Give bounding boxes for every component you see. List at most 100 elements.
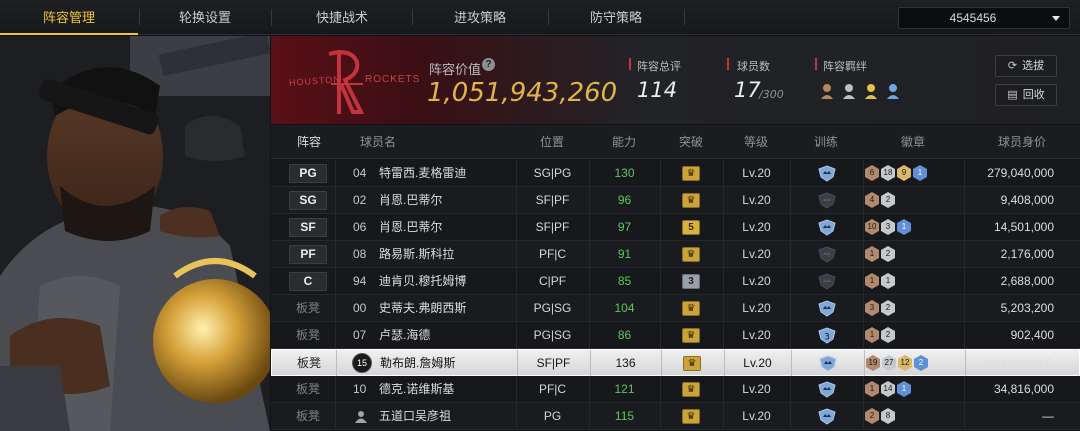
player-name[interactable]: 肖恩.巴蒂尔: [379, 214, 442, 241]
player-value: 9,408,000: [1000, 193, 1054, 207]
training-shield-icon[interactable]: [817, 408, 837, 425]
col-header-breakthrough[interactable]: 突破: [660, 125, 722, 159]
player-name[interactable]: 德克.诺维斯基: [379, 376, 454, 403]
table-row[interactable]: 板凳 00 史蒂夫.弗朗西斯 PG|SG 104 ♛ Lv.20 3 2 5,203,200: [271, 295, 1080, 322]
select-players-button[interactable]: ⟳ 选拔: [995, 55, 1057, 77]
lineup-slot-bench[interactable]: 板凳: [290, 350, 328, 377]
column-divider: [863, 376, 864, 403]
column-divider: [790, 160, 791, 187]
recycle-button[interactable]: ▤ 回收: [995, 84, 1057, 106]
player-name[interactable]: 迪肯贝.穆托姆博: [379, 268, 466, 295]
stat-marker: [727, 58, 729, 70]
breakthrough-level-badge[interactable]: 5: [682, 220, 700, 235]
breakthrough-crown-icon[interactable]: ♛: [682, 247, 700, 262]
table-row[interactable]: 板凳 07 卢瑟.海德 PG|SG 86 ♛ Lv.20 3 1 2 902,400: [271, 322, 1080, 349]
tab-defense-strategy[interactable]: 防守策略: [549, 0, 683, 35]
column-divider: [335, 214, 336, 241]
table-row[interactable]: 板凳 五道口吴彦祖 PG 115 ♛ Lv.20 2 8 —: [271, 403, 1080, 430]
column-divider: [660, 187, 661, 214]
column-divider: [790, 268, 791, 295]
badge-icon: 10: [865, 219, 879, 235]
col-header-rating[interactable]: 能力: [589, 125, 659, 159]
breakthrough-crown-icon[interactable]: ♛: [682, 409, 700, 424]
tab-offense-strategy[interactable]: 进攻策略: [413, 0, 547, 35]
training-shield-icon[interactable]: [818, 355, 838, 372]
badge-icon: 2: [881, 246, 895, 262]
lineup-slot[interactable]: SG: [289, 191, 327, 210]
player-number: 10: [353, 382, 367, 396]
col-header-badges[interactable]: 徽章: [863, 125, 963, 159]
table-row[interactable]: SF 06 肖恩.巴蒂尔 SF|PF 97 5 Lv.20 10 3 1 14,501,000: [271, 214, 1080, 241]
breakthrough-crown-icon[interactable]: ♛: [682, 301, 700, 316]
lineup-slot-bench[interactable]: 板凳: [289, 295, 327, 322]
tab-quick-tactics[interactable]: 快捷战术: [272, 0, 412, 35]
tab-rotation-settings[interactable]: 轮换设置: [140, 0, 270, 35]
player-name[interactable]: 肖恩.巴蒂尔: [379, 187, 442, 214]
col-header-name[interactable]: 球员名: [353, 125, 403, 159]
badge-icon: 1: [865, 273, 879, 289]
table-row[interactable]: SG 02 肖恩.巴蒂尔 SF|PF 96 ♛ Lv.20 4 2 9,408,000: [271, 187, 1080, 214]
player-position: PG|SG: [533, 301, 572, 315]
breakthrough-crown-icon[interactable]: ♛: [682, 328, 700, 343]
player-rating: 136: [615, 356, 636, 370]
column-divider: [660, 268, 661, 295]
training-shield-icon[interactable]: [817, 192, 837, 209]
table-row[interactable]: 板凳 10 德克.诺维斯基 PF|C 121 ♛ Lv.20 1 14 1 34,816,000: [271, 376, 1080, 403]
bonds-icons[interactable]: [819, 81, 919, 101]
player-level: Lv.20: [742, 274, 771, 288]
breakthrough-crown-icon[interactable]: ♛: [683, 356, 701, 371]
badge-icon: 4: [865, 192, 879, 208]
table-row[interactable]: 板凳 15 勒布朗.詹姆斯 SF|PF 136 ♛ Lv.20 19 27 12 2 684,800,…: [271, 349, 1080, 377]
player-level: Lv.20: [742, 193, 771, 207]
player-name[interactable]: 五道口吴彦祖: [379, 403, 451, 430]
lineup-slot[interactable]: PF: [289, 245, 327, 264]
refresh-icon: ⟳: [1007, 60, 1018, 72]
column-divider: [964, 268, 965, 295]
player-rating: 86: [617, 328, 632, 342]
breakthrough-crown-icon[interactable]: ♛: [682, 193, 700, 208]
player-count: 17: [734, 78, 761, 102]
lineup-slot-bench[interactable]: 板凳: [289, 376, 327, 403]
bonds-label: 阵容羁绊: [823, 61, 867, 73]
account-dropdown[interactable]: 4545456: [898, 7, 1070, 29]
column-divider: [863, 187, 864, 214]
lineup-slot[interactable]: SF: [289, 218, 327, 237]
lineup-slot[interactable]: PG: [289, 164, 327, 183]
training-shield-icon[interactable]: 3: [817, 327, 837, 344]
badge-icon: 1: [865, 246, 879, 262]
training-shield-icon[interactable]: [817, 246, 837, 263]
tab-lineup-management[interactable]: 阵容管理: [0, 0, 138, 35]
column-divider: [864, 350, 865, 377]
col-header-training[interactable]: 训练: [790, 125, 862, 159]
training-shield-icon[interactable]: [817, 381, 837, 398]
player-name[interactable]: 勒布朗.詹姆斯: [380, 350, 455, 377]
table-row[interactable]: PF 08 路易斯.斯科拉 PF|C 91 ♛ Lv.20 1 2 2,176,000: [271, 241, 1080, 268]
badge-icon: 2: [914, 355, 928, 371]
app-root: 阵容管理 轮换设置 快捷战术 进攻策略 防守策略 4545456 HOUSTON…: [0, 0, 1080, 431]
breakthrough-level-badge[interactable]: 3: [682, 274, 700, 289]
help-icon[interactable]: ?: [482, 58, 495, 71]
col-header-position[interactable]: 位置: [516, 125, 588, 159]
column-divider: [660, 376, 661, 403]
col-header-lineup[interactable]: 阵容: [279, 125, 339, 159]
lineup-slot-bench[interactable]: 板凳: [289, 403, 327, 430]
table-row[interactable]: C 94 迪肯贝.穆托姆博 C|PF 85 3 Lv.20 1 1 2,688,000: [271, 268, 1080, 295]
player-name[interactable]: 卢瑟.海德: [379, 322, 430, 349]
training-shield-icon[interactable]: [817, 219, 837, 236]
breakthrough-crown-icon[interactable]: ♛: [682, 166, 700, 181]
player-level: Lv.20: [742, 247, 771, 261]
col-header-level[interactable]: 等级: [723, 125, 789, 159]
training-shield-icon[interactable]: [817, 273, 837, 290]
player-name[interactable]: 特雷西.麦格雷迪: [379, 160, 466, 187]
table-row[interactable]: PG 04 特雷西.麦格雷迪 SG|PG 130 ♛ Lv.20 6 18 9 1 279,040,0…: [271, 160, 1080, 187]
training-shield-icon[interactable]: [817, 165, 837, 182]
lineup-slot-bench[interactable]: 板凳: [289, 322, 327, 349]
breakthrough-crown-icon[interactable]: ♛: [682, 382, 700, 397]
col-header-value[interactable]: 球员身价: [964, 125, 1080, 159]
player-name[interactable]: 路易斯.斯科拉: [379, 241, 454, 268]
player-name[interactable]: 史蒂夫.弗朗西斯: [379, 295, 466, 322]
svg-text:3: 3: [824, 333, 830, 343]
training-shield-icon[interactable]: [817, 300, 837, 317]
lineup-slot[interactable]: C: [289, 272, 327, 291]
player-level: Lv.20: [742, 409, 771, 423]
